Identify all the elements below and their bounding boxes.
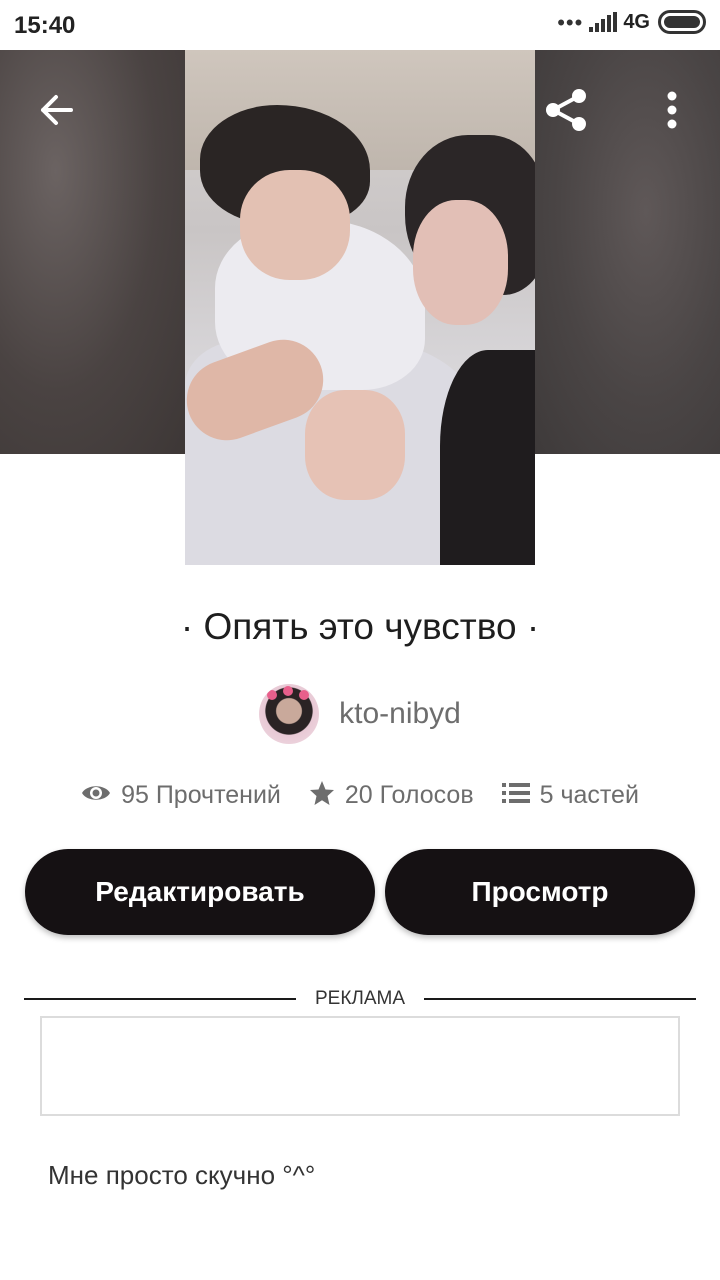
story-stats: 95 Прочтений 20 Голосов 5 частей (0, 780, 720, 811)
ad-divider-left (24, 998, 296, 1000)
view-button[interactable]: Просмотр (385, 849, 695, 935)
avatar[interactable] (259, 684, 320, 744)
battery-icon (658, 10, 706, 34)
reads-stat: 95 Прочтений (81, 781, 281, 810)
author-name[interactable]: kto-nibyd (339, 697, 461, 731)
status-time: 15:40 (14, 12, 76, 39)
ad-divider-right (424, 998, 696, 1000)
parts-count[interactable]: 5 частей (540, 781, 639, 810)
ad-label: РЕКЛАМА (314, 988, 406, 1009)
ad-banner[interactable] (40, 1016, 680, 1116)
more-dots-icon: ••• (557, 10, 584, 35)
story-title: · Опять это чувство · (180, 606, 540, 647)
more-vertical-icon[interactable] (642, 80, 702, 140)
story-description: Мне просто скучно °^° (48, 1160, 316, 1190)
share-icon[interactable] (536, 80, 596, 140)
votes-count: 20 Голосов (344, 781, 474, 809)
network-type: 4G (623, 10, 650, 33)
author-row[interactable]: kto-nibyd (0, 684, 720, 744)
arrow-left-icon[interactable] (26, 80, 86, 140)
star-icon (309, 780, 335, 811)
status-bar: 15:40 ••• 4G (0, 0, 720, 50)
list-icon (501, 782, 530, 809)
story-cover-image[interactable] (185, 50, 535, 565)
votes-stat: 20 Голосов (309, 780, 474, 811)
edit-button[interactable]: Редактировать (25, 849, 375, 935)
eye-icon (81, 782, 111, 809)
status-icons: ••• 4G (557, 10, 706, 34)
reads-count: 95 Прочтений (121, 781, 281, 809)
signal-icon (589, 12, 618, 32)
parts-stat[interactable]: 5 частей (501, 781, 639, 810)
